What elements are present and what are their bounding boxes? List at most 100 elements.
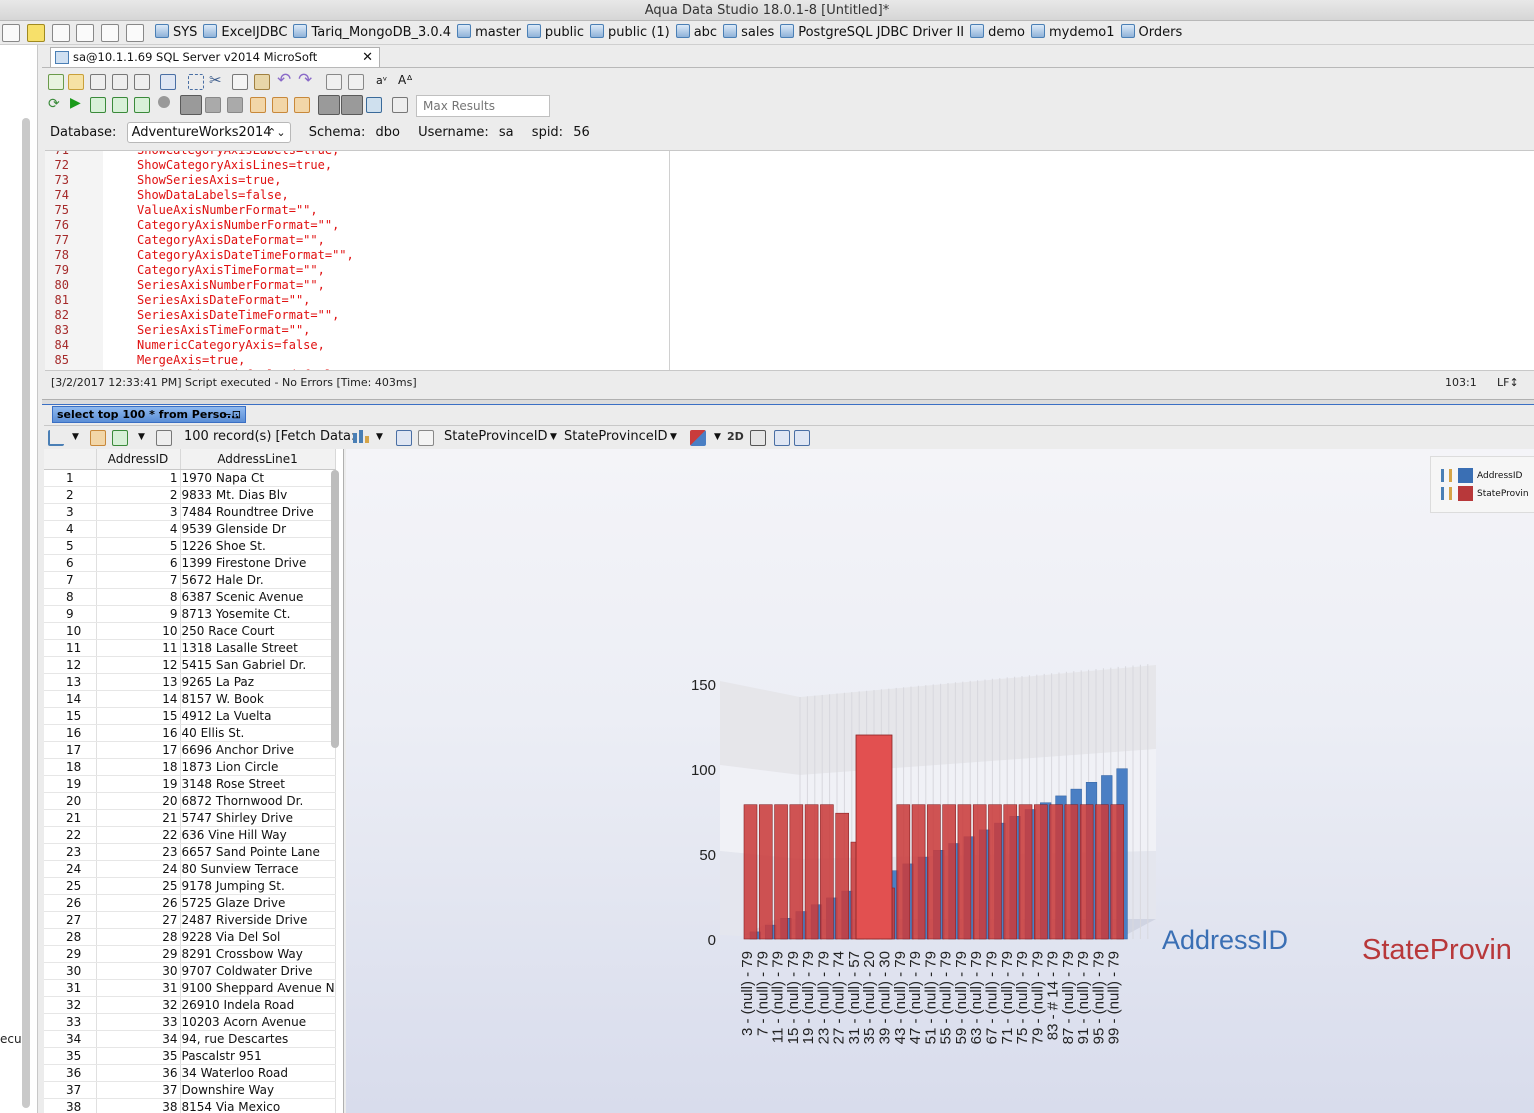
address-id-cell[interactable]: 21: [96, 809, 181, 827]
bar-stateprovinceid[interactable]: [1079, 804, 1094, 940]
row-number-cell[interactable]: 7: [44, 571, 97, 589]
table-row[interactable]: 23 23 6657 Sand Pointe Lane: [44, 843, 336, 861]
bar-stateprovinceid[interactable]: [804, 804, 819, 940]
address-line-cell[interactable]: 5415 San Gabriel Dr.: [180, 656, 336, 674]
bar-stateprovinceid[interactable]: [911, 804, 926, 940]
address-id-cell[interactable]: 10: [96, 622, 181, 640]
results-grid-icon[interactable]: [318, 95, 340, 115]
address-line-cell[interactable]: 7484 Roundtree Drive: [180, 503, 336, 521]
table-row[interactable]: 38 38 8154 Via Mexico: [44, 1098, 336, 1113]
save-as-icon[interactable]: [112, 74, 128, 90]
address-line-cell[interactable]: 4912 La Vuelta: [180, 707, 336, 725]
address-id-cell[interactable]: 3: [96, 503, 181, 521]
bar-chart-3d[interactable]: 0501001503 - (null) - 797 - (null) - 791…: [346, 449, 1534, 1113]
address-id-cell[interactable]: 19: [96, 775, 181, 793]
address-line-cell[interactable]: 9539 Glenside Dr: [180, 520, 336, 538]
row-number-cell[interactable]: 28: [44, 928, 97, 946]
row-number-cell[interactable]: 33: [44, 1013, 97, 1031]
address-id-cell[interactable]: 16: [96, 724, 181, 742]
row-number-cell[interactable]: 4: [44, 520, 97, 538]
table-row[interactable]: 20 20 6872 Thornwood Dr.: [44, 792, 336, 810]
address-line-cell[interactable]: 2487 Riverside Drive: [180, 911, 336, 929]
row-number-cell[interactable]: 11: [44, 639, 97, 657]
parameters-icon[interactable]: [392, 97, 408, 113]
address-line-cell[interactable]: 9833 Mt. Dias Blv: [180, 486, 336, 504]
database-select[interactable]: AdventureWorks2014 ⌃⌄: [126, 122, 291, 143]
address-line-cell[interactable]: 9265 La Paz: [180, 673, 336, 691]
connection-item[interactable]: PostgreSQL JDBC Driver II: [780, 21, 964, 44]
address-line-cell[interactable]: 80 Sunview Terrace: [180, 860, 336, 878]
chevron-down-icon[interactable]: ▼: [138, 426, 145, 448]
address-line-cell[interactable]: 8154 Via Mexico: [180, 1098, 336, 1113]
address-id-cell[interactable]: 36: [96, 1064, 181, 1082]
address-id-cell[interactable]: 27: [96, 911, 181, 929]
table-row[interactable]: 8 8 6387 Scenic Avenue: [44, 588, 336, 606]
row-number-cell[interactable]: 6: [44, 554, 97, 572]
bar-stateprovinceid[interactable]: [988, 804, 1002, 940]
table-row[interactable]: 24 24 80 Sunview Terrace: [44, 860, 336, 878]
execute-selection-icon[interactable]: [90, 97, 106, 113]
bar-stateprovinceid[interactable]: [1095, 804, 1109, 940]
address-id-cell[interactable]: 35: [96, 1047, 181, 1065]
address-line-cell[interactable]: 40 Ellis St.: [180, 724, 336, 742]
address-line-cell[interactable]: 26910 Indela Road: [180, 996, 336, 1014]
select-icon[interactable]: [188, 74, 204, 90]
find-replace-icon[interactable]: [348, 74, 364, 90]
address-id-cell[interactable]: 29: [96, 945, 181, 963]
connection-item[interactable]: public (1): [590, 21, 670, 44]
bar-stateprovinceid[interactable]: [1034, 804, 1048, 940]
address-line-cell[interactable]: 6872 Thornwood Dr.: [180, 792, 336, 810]
connection-item[interactable]: public: [526, 21, 584, 44]
row-number-cell[interactable]: 25: [44, 877, 97, 895]
table-row[interactable]: 7 7 5672 Hale Dr.: [44, 571, 336, 589]
view-2d-toggle[interactable]: 2D: [727, 426, 744, 448]
results-grid[interactable]: AddressID AddressLine1 1 1 1970 Napa Ct 2 2 9…: [44, 449, 344, 1113]
commit-icon[interactable]: [205, 97, 221, 113]
row-number-cell[interactable]: 37: [44, 1081, 97, 1099]
bar-stateprovinceid[interactable]: [972, 804, 987, 940]
explain-plan-icon[interactable]: [250, 97, 266, 113]
row-number-cell[interactable]: 14: [44, 690, 97, 708]
bar-stateprovinceid[interactable]: [1018, 804, 1033, 940]
pivot-icon[interactable]: [396, 430, 412, 446]
address-line-cell[interactable]: 5725 Glaze Drive: [180, 894, 336, 912]
bar-stateprovinceid[interactable]: [1110, 804, 1125, 940]
editor-split-divider[interactable]: [669, 151, 670, 370]
bar-stateprovinceid[interactable]: [1064, 804, 1079, 940]
dashboard-icon[interactable]: [101, 24, 120, 42]
connection-item[interactable]: Tariq_MongoDB_3.0.4: [293, 21, 451, 44]
row-number-cell[interactable]: 1: [44, 469, 97, 487]
series-field-select[interactable]: StateProvinceID: [564, 426, 668, 448]
connection-item[interactable]: ExcelJDBC: [203, 21, 287, 44]
address-id-cell[interactable]: 14: [96, 690, 181, 708]
panel-splitter[interactable]: [42, 399, 1534, 405]
line-ending-select[interactable]: LF↕: [1497, 373, 1519, 393]
row-number-cell[interactable]: 32: [44, 996, 97, 1014]
address-id-cell[interactable]: 37: [96, 1081, 181, 1099]
cut-icon[interactable]: ✂: [209, 71, 222, 89]
save-all-icon[interactable]: [134, 74, 150, 90]
row-number-cell[interactable]: 15: [44, 707, 97, 725]
bar-stateprovinceid[interactable]: [743, 804, 758, 940]
address-id-cell[interactable]: 23: [96, 843, 181, 861]
address-id-cell[interactable]: 9: [96, 605, 181, 623]
export-icon[interactable]: [90, 430, 106, 446]
address-id-cell[interactable]: 20: [96, 792, 181, 810]
address-line-cell[interactable]: Downshire Way: [180, 1081, 336, 1099]
row-number-cell[interactable]: 10: [44, 622, 97, 640]
auto-commit-icon[interactable]: [180, 95, 202, 115]
address-line-cell[interactable]: 6387 Scenic Avenue: [180, 588, 336, 606]
table-row[interactable]: 2 2 9833 Mt. Dias Blv: [44, 486, 336, 504]
execute-icon[interactable]: ▶: [70, 95, 81, 111]
row-number-cell[interactable]: 12: [44, 656, 97, 674]
table-row[interactable]: 28 28 9228 Via Del Sol: [44, 928, 336, 946]
find-icon[interactable]: [326, 74, 342, 90]
table-row[interactable]: 30 30 9707 Coldwater Drive: [44, 962, 336, 980]
row-number-cell[interactable]: 8: [44, 588, 97, 606]
table-row[interactable]: 6 6 1399 Firestone Drive: [44, 554, 336, 572]
address-id-cell[interactable]: 11: [96, 639, 181, 657]
row-number-cell[interactable]: 3: [44, 503, 97, 521]
address-line-cell[interactable]: 6657 Sand Pointe Lane: [180, 843, 336, 861]
query-builder-icon[interactable]: [272, 97, 288, 113]
connection-item[interactable]: Orders: [1120, 21, 1182, 44]
